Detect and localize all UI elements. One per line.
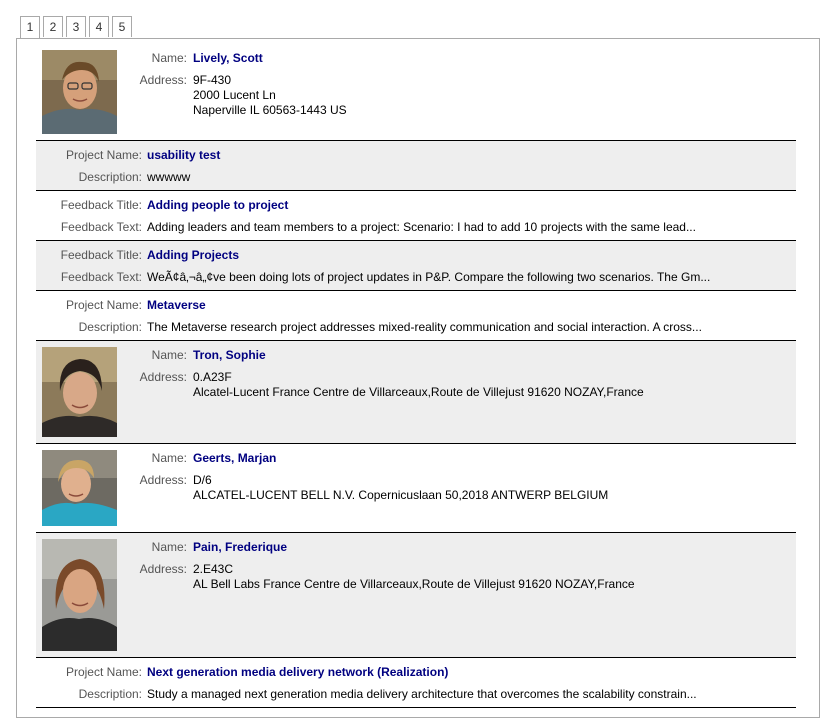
feedback-title-link[interactable]: Adding people to project — [147, 198, 288, 212]
feedback-record: Feedback Title: Adding Projects Feedback… — [36, 241, 796, 291]
description-label: Description: — [78, 320, 142, 334]
project-name-link[interactable]: usability test — [147, 148, 220, 162]
feedback-text-label: Feedback Text: — [60, 220, 142, 234]
tab-2[interactable]: 2 — [43, 16, 63, 37]
address-line: ALCATEL-LUCENT BELL N.V. Copernicuslaan … — [193, 488, 609, 502]
tab-3[interactable]: 3 — [66, 16, 86, 37]
address-label: Address: — [139, 370, 187, 384]
tab-label: 4 — [95, 20, 103, 34]
project-record: Project Name: usability test Description… — [36, 141, 796, 191]
address-line: 0.A23F — [193, 370, 232, 384]
feedback-text: WeÃ¢â‚¬â„¢ve been doing lots of project … — [147, 270, 711, 284]
tab-5[interactable]: 5 — [112, 16, 132, 37]
feedback-title-label: Feedback Title: — [60, 198, 142, 212]
person-record: Name: Geerts, Marjan Address: D/6 ALCATE… — [36, 444, 796, 533]
person-record: Name: Tron, Sophie Address: 0.A23F Alcat… — [36, 341, 796, 444]
description-text: The Metaverse research project addresses… — [147, 320, 702, 334]
tab-1[interactable]: 1 — [20, 16, 40, 39]
tab-label: 3 — [72, 20, 80, 34]
address-line: Naperville IL 60563-1443 US — [193, 103, 347, 117]
address-line: Alcatel-Lucent France Centre de Villarce… — [193, 385, 644, 399]
person-photo — [42, 450, 117, 526]
tab-label: 1 — [26, 20, 34, 34]
person-name-link[interactable]: Tron, Sophie — [193, 348, 266, 362]
tab-label: 2 — [49, 20, 57, 34]
address-line: 2.E43C — [193, 562, 234, 576]
project-name-label: Project Name: — [65, 298, 142, 312]
address-line: 2000 Lucent Ln — [193, 88, 276, 102]
person-record: Name: Lively, Scott Address: 9F-430 2000… — [36, 46, 796, 141]
description-text: Study a managed next generation media de… — [147, 687, 697, 701]
address-label: Address: — [139, 562, 187, 576]
person-name-link[interactable]: Geerts, Marjan — [193, 451, 276, 465]
feedback-text: Adding leaders and team members to a pro… — [147, 220, 696, 234]
name-label: Name: — [151, 540, 187, 554]
tab-label: 5 — [118, 20, 126, 34]
project-name-label: Project Name: — [65, 665, 142, 679]
project-record: Project Name: Next generation media deli… — [36, 658, 796, 708]
address-line: 9F-430 — [193, 73, 232, 87]
feedback-title-label: Feedback Title: — [60, 248, 142, 262]
project-name-label: Project Name: — [65, 148, 142, 162]
address-line: AL Bell Labs France Centre de Villarceau… — [193, 577, 635, 591]
tab-4[interactable]: 4 — [89, 16, 109, 37]
person-photo — [42, 539, 117, 651]
description-label: Description: — [78, 687, 142, 701]
person-name-link[interactable]: Lively, Scott — [193, 51, 263, 65]
feedback-text-label: Feedback Text: — [60, 270, 142, 284]
person-photo — [42, 347, 117, 437]
person-record: Name: Pain, Frederique Address: 2.E43C A… — [36, 533, 796, 658]
project-record: Project Name: Metaverse Description: The… — [36, 291, 796, 341]
description-label: Description: — [78, 170, 142, 184]
name-label: Name: — [151, 51, 187, 65]
project-name-link[interactable]: Metaverse — [147, 298, 206, 312]
name-label: Name: — [151, 348, 187, 362]
project-name-link[interactable]: Next generation media delivery network (… — [147, 665, 448, 679]
person-name-link[interactable]: Pain, Frederique — [193, 540, 287, 554]
address-line: D/6 — [193, 473, 212, 487]
address-label: Address: — [139, 473, 187, 487]
feedback-title-link[interactable]: Adding Projects — [147, 248, 239, 262]
address-label: Address: — [139, 73, 187, 87]
description-text: wwwww — [147, 170, 191, 184]
name-label: Name: — [151, 451, 187, 465]
feedback-record: Feedback Title: Adding people to project… — [36, 191, 796, 241]
person-photo — [42, 50, 117, 134]
